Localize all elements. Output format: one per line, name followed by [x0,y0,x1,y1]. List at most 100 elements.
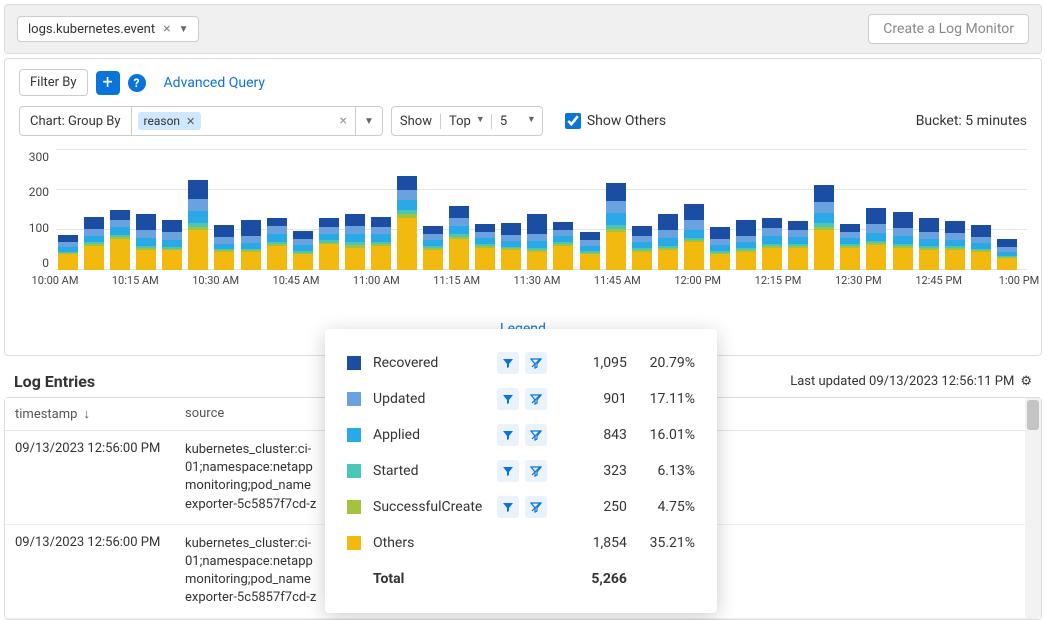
bar[interactable] [293,231,313,270]
chevron-down-icon[interactable]: ▼ [355,107,382,135]
help-icon[interactable]: ? [128,74,146,92]
bar[interactable] [188,180,208,270]
add-filter-button[interactable]: + [96,71,120,95]
cell-timestamp: 09/13/2023 12:56:00 PM [15,535,185,608]
group-by-chip[interactable]: reason ✕ [138,112,202,130]
filter-in-icon[interactable] [497,496,519,518]
legend-swatch [347,500,361,514]
show-others-checkbox[interactable]: Show Others [565,113,666,129]
bar[interactable] [710,227,730,270]
bar[interactable] [162,220,182,270]
bar[interactable] [971,225,991,270]
show-select[interactable]: Show Top 5 [391,106,543,136]
legend-swatch [347,536,361,550]
legend-pct: 16.01% [639,427,695,443]
filter-out-icon[interactable] [525,496,547,518]
bars [56,150,1019,270]
filter-out-icon[interactable] [525,460,547,482]
gear-icon[interactable]: ⚙ [1020,374,1032,389]
show-count[interactable]: 5 [492,114,542,129]
topbar: logs.kubernetes.event × ▼ Create a Log M… [4,4,1042,54]
bar[interactable] [84,217,104,270]
filter-out-icon[interactable] [525,352,547,374]
bar[interactable] [658,214,678,270]
legend-pct: 20.79% [639,355,695,371]
legend-row: Recovered 1,095 20.79% [347,345,695,381]
filter-in-icon[interactable] [497,424,519,446]
clear-icon[interactable]: × [332,113,355,129]
filter-in-icon[interactable] [497,460,519,482]
bar[interactable] [840,224,860,270]
legend-count: 250 [565,499,627,515]
col-timestamp[interactable]: timestamp ↓ [5,398,175,430]
bar[interactable] [684,204,704,270]
bar[interactable] [553,222,573,270]
legend-swatch [347,464,361,478]
advanced-query-link[interactable]: Advanced Query [164,75,265,91]
bar[interactable] [136,214,156,270]
y-axis: 3002001000 [19,150,55,270]
bar[interactable] [267,218,287,270]
legend-label: Recovered [373,355,485,371]
bar[interactable] [371,217,391,270]
legend-count: 1,095 [565,355,627,371]
legend-row: Others1,85435.21% [347,525,695,561]
bar[interactable] [945,221,965,270]
show-label: Show [392,114,441,129]
show-value[interactable]: Top [441,114,492,129]
bar[interactable] [814,185,834,270]
filter-out-icon[interactable] [525,388,547,410]
close-icon[interactable]: × [163,21,170,37]
bar[interactable] [788,221,808,270]
sort-down-icon: ↓ [83,406,90,422]
scrollbar[interactable] [1025,398,1041,619]
source-tag-label: logs.kubernetes.event [28,22,155,37]
bar[interactable] [345,214,365,270]
bar[interactable] [319,218,339,270]
bar[interactable] [866,208,886,270]
filter-out-icon[interactable] [525,424,547,446]
bar[interactable] [997,239,1017,270]
bar[interactable] [58,235,78,270]
bar[interactable] [423,226,443,270]
bar[interactable] [501,223,521,270]
create-monitor-button[interactable]: Create a Log Monitor [868,14,1029,44]
bar[interactable] [527,214,547,270]
filter-in-icon[interactable] [497,352,519,374]
legend-label: Applied [373,427,485,443]
legend-total-label: Total [373,571,485,587]
bar[interactable] [214,225,234,270]
bar[interactable] [397,176,417,270]
bucket-label: Bucket: 5 minutes [916,113,1027,129]
legend-row: Applied84316.01% [347,417,695,453]
bar[interactable] [736,220,756,270]
bar[interactable] [475,224,495,270]
legend-pct: 4.75% [639,499,695,515]
bar[interactable] [449,206,469,270]
bar[interactable] [762,218,782,270]
legend-label: SuccessfulCreate [373,499,485,515]
scrollbar-thumb[interactable] [1027,400,1039,430]
legend-pct: 17.11% [639,391,695,407]
bar[interactable] [580,232,600,270]
bar[interactable] [893,212,913,270]
chart: 3002001000 10:00 AM10:15 AM10:30 AM10:45… [19,150,1027,295]
close-icon[interactable]: ✕ [186,115,195,128]
legend-pct: 35.21% [639,535,695,551]
x-axis: 10:00 AM10:15 AM10:30 AM10:45 AM11:00 AM… [55,270,1019,295]
source-tag[interactable]: logs.kubernetes.event × ▼ [17,16,199,42]
filter-panel: Filter By + ? Advanced Query Chart: Grou… [4,58,1042,356]
show-others-input[interactable] [565,113,581,129]
bar[interactable] [110,210,130,270]
bar[interactable] [919,218,939,270]
legend-row: Updated90117.11% [347,381,695,417]
legend-count: 901 [565,391,627,407]
legend-swatch [347,356,361,370]
filter-in-icon[interactable] [497,388,519,410]
chevron-down-icon[interactable]: ▼ [179,24,189,35]
group-by-input[interactable]: Chart: Group By reason ✕ × ▼ [19,106,383,136]
bar[interactable] [606,183,626,270]
bar[interactable] [241,220,261,270]
bar[interactable] [632,226,652,270]
legend-pct: 6.13% [639,463,695,479]
